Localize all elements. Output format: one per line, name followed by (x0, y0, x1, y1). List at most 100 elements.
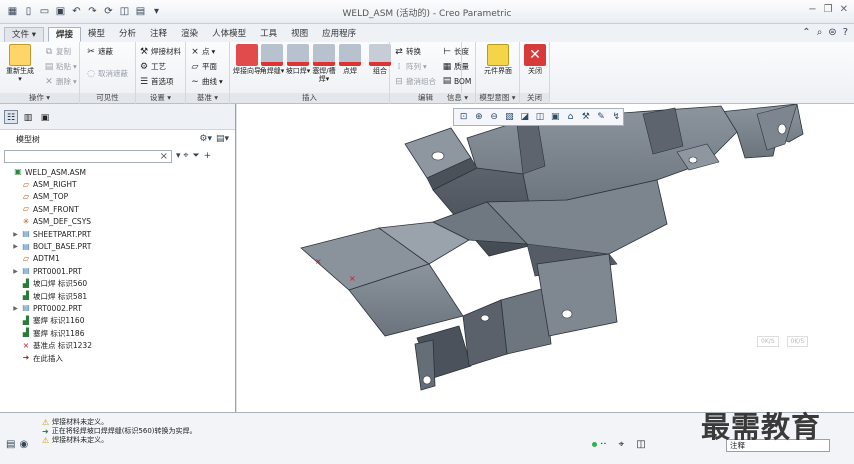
tree-item[interactable]: ▱ ASM_RIGHT (4, 178, 235, 190)
tree-item[interactable]: ✳ ASM_DEF_CSYS (4, 216, 235, 228)
window-controls: − ❐ ✕ (808, 4, 848, 15)
annotation-display-icon[interactable]: ✎ (594, 110, 607, 124)
tree-item[interactable]: ▣ WELD_ASM.ASM (4, 166, 235, 178)
unhide-button[interactable]: ◌ 取消遮蔽 (86, 68, 128, 79)
spot-weld-button[interactable]: 点焊 (336, 44, 364, 75)
tree-item[interactable]: ▶ ▤ SHEETPART.PRT (4, 228, 235, 240)
process-button[interactable]: ⚙ 工艺 (139, 61, 166, 72)
view-manager-icon[interactable]: ▣ (549, 110, 562, 124)
repaint-icon[interactable]: ▧ (503, 110, 516, 124)
tree-show-icon[interactable]: ▤▾ (216, 134, 229, 144)
minimize-icon[interactable]: − (808, 4, 816, 15)
display-style-icon[interactable]: ◪ (518, 110, 531, 124)
hide-button[interactable]: ✂ 遮蔽 (86, 46, 113, 57)
tree-item[interactable]: ▟ 坡口焊 标识560 (4, 278, 235, 290)
weld-material-button[interactable]: ⚒ 焊接材料 (139, 46, 181, 57)
zoom-in-icon[interactable]: ⊕ (472, 110, 485, 124)
tab-weld[interactable]: 焊接 (47, 27, 81, 42)
copy-button[interactable]: ⧉ 复制 (44, 46, 71, 57)
tab-manikin[interactable]: 人体模型 (205, 27, 253, 42)
refit-icon[interactable]: ⊡ (457, 110, 470, 124)
selection-box-icon[interactable]: ◫ (636, 439, 645, 450)
mass-button[interactable]: ▦ 质量 (442, 61, 469, 72)
filter-icon[interactable]: ⏷ (192, 151, 199, 161)
delete-button[interactable]: ✕ 删除 ▾ (44, 76, 77, 87)
model-hole (688, 156, 698, 164)
folder-browser-tab-icon[interactable]: ▥ (21, 110, 35, 124)
expand-arrow-icon[interactable]: ▶ (12, 268, 19, 275)
tab-render[interactable]: 渲染 (174, 27, 205, 42)
fillet-weld-button[interactable]: 角焊缝▾ (258, 44, 286, 75)
search-icon[interactable]: ⌕ (817, 27, 823, 38)
datum-display-icon[interactable]: ⚒ (579, 110, 592, 124)
saved-orientations-icon[interactable]: ◫ (533, 110, 546, 124)
clear-search-icon[interactable]: × (160, 151, 168, 163)
tree-item[interactable]: ▱ ASM_TOP (4, 191, 235, 203)
component-interface-button[interactable]: 元件界面 (484, 44, 512, 75)
options-button[interactable]: ☰ 首选项 (139, 76, 174, 87)
length-button[interactable]: ⊢ 长度 (442, 46, 469, 57)
collapse-ribbon-icon[interactable]: ⌃ (802, 27, 810, 38)
tree-item-label: ASM_FRONT (33, 204, 79, 214)
find-icon[interactable]: ⌖ (619, 439, 625, 450)
tree-item[interactable]: ▶ ▤ BOLT_BASE.PRT (4, 240, 235, 252)
tree-item[interactable]: × 基准点 标识1232 (4, 339, 235, 351)
tree-item[interactable]: ▶ ▤ PRT0002.PRT (4, 302, 235, 314)
tree-item[interactable]: ▟ 塞焊 标识1160 (4, 315, 235, 327)
groove-weld-button[interactable]: 坡口焊▾ (284, 44, 312, 75)
help-icon[interactable]: ? (843, 27, 848, 38)
paste-button[interactable]: ▤ 粘贴 ▾ (44, 61, 77, 72)
tree-item[interactable]: ▱ ADTM1 (4, 253, 235, 265)
tree-item[interactable]: ▱ ASM_FRONT (4, 203, 235, 215)
group-label-settings: 设置 ▾ (136, 93, 185, 103)
expand-arrow-icon[interactable]: ▶ (12, 305, 19, 312)
point-button[interactable]: × 点 ▾ (190, 46, 215, 57)
favorites-tab-icon[interactable]: ▣ (38, 110, 52, 124)
tab-file[interactable]: 文件 ▾ (4, 27, 44, 42)
restore-icon[interactable]: ❐ (824, 4, 833, 15)
tab-model[interactable]: 模型 (81, 27, 112, 42)
browser-toggle-icon[interactable]: ◉ (19, 439, 28, 450)
convert-button[interactable]: ⇄ 转换 (394, 46, 421, 57)
plane-button[interactable]: ▱ 平面 (190, 61, 217, 72)
graphics-viewport[interactable]: × × 0K/S 0K/S (237, 104, 854, 412)
tree-item[interactable]: ▶ ▤ PRT0001.PRT (4, 265, 235, 277)
find-icon[interactable]: ▾ ⌖ (176, 151, 188, 161)
settings-icon[interactable]: ⊜ (828, 27, 836, 38)
weld-guide-button[interactable]: 焊接向导 (233, 44, 261, 75)
model-face (462, 299, 508, 367)
tree-settings-icon[interactable]: ⚙▾ (199, 134, 212, 144)
tab-applications[interactable]: 应用程序 (315, 27, 363, 42)
ungroup-button[interactable]: ⊟ 撤消组合 (394, 76, 436, 87)
tree-item[interactable]: ➜ 在此插入 (4, 352, 235, 364)
bom-button[interactable]: ▤ BOM (442, 76, 472, 86)
tree-search-input[interactable]: × (4, 149, 172, 163)
status-message: ⚠ 焊接材料未定义。 (42, 435, 108, 445)
regenerate-button[interactable]: 重新生成▾ (6, 44, 34, 83)
add-filter-icon[interactable]: + (204, 151, 212, 161)
close-icon[interactable]: ✕ (840, 4, 848, 15)
group-label-visibility: 可见性 (80, 93, 135, 103)
expand-arrow-icon[interactable]: ▶ (12, 243, 19, 250)
tree-item[interactable]: ▟ 塞焊 标识1186 (4, 327, 235, 339)
model-tree-panel: ☷ ▥ ▣ 模型树 ⚙▾ ▤▾ × ▾ ⌖ ⏷ + ▣ WELD_ASM.ASM ▱… (0, 104, 236, 412)
curve-button[interactable]: ∼ 曲线 ▾ (190, 76, 223, 87)
spin-center-icon[interactable]: ↯ (610, 110, 623, 124)
zoom-out-icon[interactable]: ⊖ (488, 110, 501, 124)
navigator-toggle-icon[interactable]: ▤ (6, 439, 15, 450)
pattern-button[interactable]: ⁞ 阵列 ▾ (394, 61, 427, 72)
perspective-icon[interactable]: ⌂ (564, 110, 577, 124)
combine-button[interactable]: 组合 (366, 44, 394, 75)
tab-analysis[interactable]: 分析 (112, 27, 143, 42)
tab-tools[interactable]: 工具 (253, 27, 284, 42)
tab-view[interactable]: 视图 (284, 27, 315, 42)
plug-weld-button[interactable]: 塞焊/槽焊▾ (310, 44, 338, 83)
part-icon: ▤ (22, 303, 30, 313)
expand-arrow-icon[interactable]: ▶ (12, 231, 19, 238)
weld-assembly-model[interactable]: × × (237, 104, 854, 412)
model-tree-tab-icon[interactable]: ☷ (4, 109, 18, 124)
close-button[interactable]: ✕ 关闭 (521, 44, 549, 75)
tree-item[interactable]: ▟ 坡口焊 标识581 (4, 290, 235, 302)
tab-annotate[interactable]: 注释 (143, 27, 174, 42)
datum-point-icon: × (191, 46, 199, 57)
